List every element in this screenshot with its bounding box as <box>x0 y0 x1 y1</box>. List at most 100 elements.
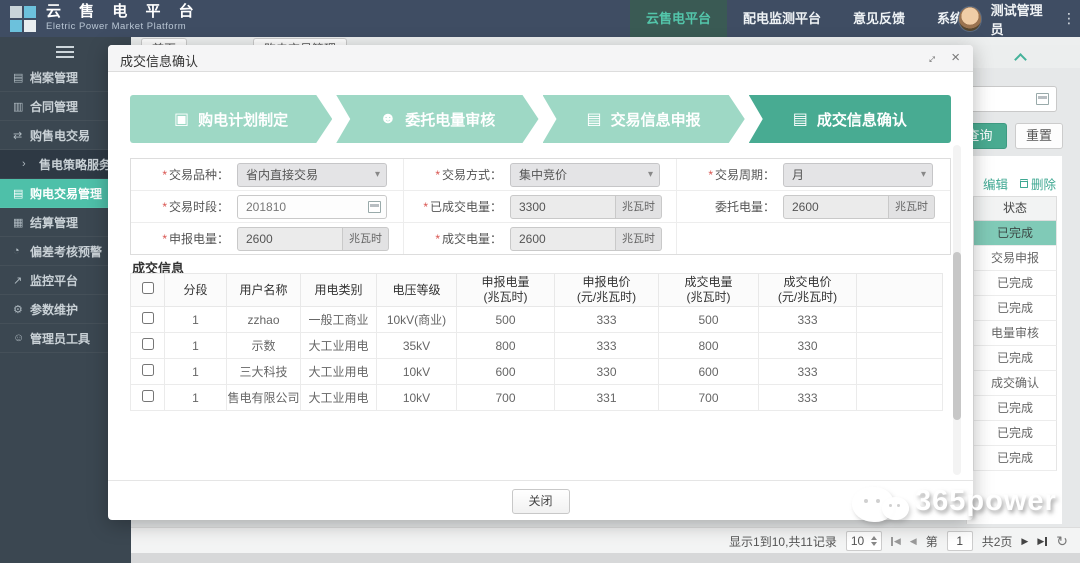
brand-subtitle: Eletric Power Market Platform <box>46 21 201 32</box>
prev-page-button[interactable]: ◀ <box>910 536 917 547</box>
row-checkbox[interactable] <box>142 338 154 350</box>
field-entrust-volume: 委托电量： 2600兆瓦时 <box>677 191 950 223</box>
status-cell[interactable]: 已完成 <box>973 221 1057 246</box>
topnav-tab-distribution-monitor[interactable]: 配电监测平台 <box>727 0 837 37</box>
col-declared-volume: 申报电量 (兆瓦时) <box>457 274 555 307</box>
spinner-icon <box>871 533 877 549</box>
status-cell[interactable]: 已完成 <box>973 446 1057 471</box>
field-trade-period: *交易时段： 201810 <box>131 191 404 223</box>
brand-title: 云 售 电 平 台 <box>46 2 201 21</box>
refresh-icon[interactable]: ↻ <box>1056 533 1068 550</box>
gear-icon: ⚙ <box>13 303 30 316</box>
trade-type-select[interactable]: 省内直接交易▾ <box>237 163 387 187</box>
archive-icon: ▤ <box>13 71 30 84</box>
sidebar-collapse-icon[interactable] <box>56 46 74 61</box>
username: 测试管理员 <box>991 0 1049 38</box>
kebab-menu-icon[interactable]: ⋮ <box>1058 10 1080 27</box>
status-cell[interactable]: 已完成 <box>973 421 1057 446</box>
modal-footer: 关闭 <box>108 480 973 520</box>
deal-confirm-modal: 成交信息确认 ↔ × ▣ 购电计划制定 ☻ 委托电量审核 ▤ 交易信息申报 ▤ … <box>108 45 973 520</box>
row-checkbox[interactable] <box>142 390 154 402</box>
reset-button[interactable]: 重置 <box>1015 123 1063 149</box>
page-label-prefix: 第 <box>926 533 938 550</box>
modal-title: 成交信息确认 <box>120 51 198 70</box>
deal-volume-input[interactable]: 2600 <box>510 227 616 251</box>
table-row[interactable]: 1 zzhao 一般工商业 10kV(商业) 500 333 500 333 <box>131 307 943 333</box>
brand: 云 售 电 平 台 Eletric Power Market Platform <box>46 2 201 32</box>
chart-icon: ↗ <box>13 274 30 287</box>
page-total-label: 共2页 <box>982 533 1013 550</box>
field-trade-cycle: *交易周期： 月▾ <box>677 159 950 191</box>
expand-icon[interactable]: ↔ <box>921 48 941 68</box>
field-empty <box>677 223 950 254</box>
chevron-down-icon: ▾ <box>921 164 926 186</box>
col-deal-price: 成交电价 (元/兆瓦时) <box>759 274 857 307</box>
step-deal-confirm[interactable]: ▤ 成交信息确认 <box>749 95 951 143</box>
status-cell[interactable]: 已完成 <box>973 396 1057 421</box>
users-icon: ☻ <box>379 110 396 128</box>
sidebar-item-label: 合同管理 <box>30 98 78 115</box>
trade-cycle-select[interactable]: 月▾ <box>783 163 933 187</box>
status-column-header: 状态 <box>973 196 1057 221</box>
page-size-select[interactable]: 10 <box>846 531 882 551</box>
top-navigation: 云售电平台 配电监测平台 意见反馈 系统 <box>630 0 979 37</box>
col-usage-type: 用电类别 <box>301 274 377 307</box>
field-dealt-volume: *已成交电量： 3300兆瓦时 <box>404 191 677 223</box>
select-all-checkbox-cell <box>131 274 165 307</box>
step-entrust-review[interactable]: ☻ 委托电量审核 <box>336 95 538 143</box>
first-page-button[interactable]: ◀ <box>891 536 901 547</box>
document-icon: ▤ <box>587 109 602 129</box>
bottom-strip <box>131 553 1080 563</box>
status-cell[interactable]: 已完成 <box>973 271 1057 296</box>
status-cell[interactable]: 交易申报 <box>973 246 1057 271</box>
col-empty <box>857 274 943 307</box>
gauge-icon: ◔ <box>13 245 30 257</box>
table-icon: ▦ <box>13 216 30 229</box>
trade-mode-select[interactable]: 集中竞价▾ <box>510 163 660 187</box>
pagination-summary: 显示1到10,共11记录 <box>729 533 837 550</box>
close-icon[interactable]: × <box>951 49 960 66</box>
row-checkbox[interactable] <box>142 364 154 376</box>
step-purchase-plan[interactable]: ▣ 购电计划制定 <box>130 95 332 143</box>
field-trade-type: *交易品种： 省内直接交易▾ <box>131 159 404 191</box>
col-voltage-level: 电压等级 <box>377 274 457 307</box>
row-checkbox[interactable] <box>142 312 154 324</box>
select-all-checkbox[interactable] <box>142 282 154 294</box>
file-icon: ▤ <box>13 187 30 200</box>
edit-link[interactable]: 编辑 <box>983 174 1008 193</box>
pagination-bar: 显示1到10,共11记录 10 ◀ ◀ 第 共2页 ▶ ▶ ↻ <box>131 527 1080 553</box>
chevron-right-icon: › <box>22 158 39 170</box>
trade-period-input[interactable]: 201810 <box>237 195 387 219</box>
field-declare-volume: *申报电量： 2600兆瓦时 <box>131 223 404 254</box>
table-row[interactable]: 1 售电有限公司 大工业用电 10kV 700 331 700 333 <box>131 385 943 411</box>
modal-titlebar: 成交信息确认 ↔ × <box>108 45 973 72</box>
table-row[interactable]: 1 三大科技 大工业用电 10kV 600 330 600 333 <box>131 359 943 385</box>
col-segment: 分段 <box>165 274 227 307</box>
table-header-row: 分段 用户名称 用电类别 电压等级 申报电量 (兆瓦时) 申报电价 (元/兆瓦时… <box>131 274 943 307</box>
wizard-stepper: ▣ 购电计划制定 ☻ 委托电量审核 ▤ 交易信息申报 ▤ 成交信息确认 <box>130 95 951 143</box>
last-page-button[interactable]: ▶ <box>1037 536 1047 547</box>
col-user-name: 用户名称 <box>227 274 301 307</box>
declare-volume-input[interactable]: 2600 <box>237 227 343 251</box>
sidebar-item-label: 购售电交易 <box>30 127 90 144</box>
sidebar-item-label: 偏差考核预警 <box>30 243 102 260</box>
page-number-input[interactable] <box>947 531 973 551</box>
modal-close-button[interactable]: 关闭 <box>512 489 570 514</box>
sidebar-item-label: 档案管理 <box>30 69 78 86</box>
step-trade-declare[interactable]: ▤ 交易信息申报 <box>543 95 745 143</box>
modal-scrollbar-thumb[interactable] <box>953 252 961 420</box>
topnav-tab-cloud-platform[interactable]: 云售电平台 <box>630 0 727 37</box>
delete-link[interactable]: 删除 <box>1020 174 1056 193</box>
entrust-volume-input[interactable]: 2600 <box>783 195 889 219</box>
dealt-volume-input[interactable]: 3300 <box>510 195 616 219</box>
next-page-button[interactable]: ▶ <box>1021 536 1028 547</box>
table-row[interactable]: 1 示数 大工业用电 35kV 800 333 800 330 <box>131 333 943 359</box>
deal-form: *交易品种： 省内直接交易▾ *交易方式： 集中竞价▾ *交易周期： 月▾ *交… <box>130 158 951 255</box>
status-cell[interactable]: 已完成 <box>973 346 1057 371</box>
status-cell[interactable]: 成交确认 <box>973 371 1057 396</box>
status-cell[interactable]: 已完成 <box>973 296 1057 321</box>
status-cell[interactable]: 电量审核 <box>973 321 1057 346</box>
trash-icon <box>1020 179 1028 188</box>
topnav-tab-feedback[interactable]: 意见反馈 <box>837 0 921 37</box>
user-avatar[interactable] <box>958 6 982 32</box>
